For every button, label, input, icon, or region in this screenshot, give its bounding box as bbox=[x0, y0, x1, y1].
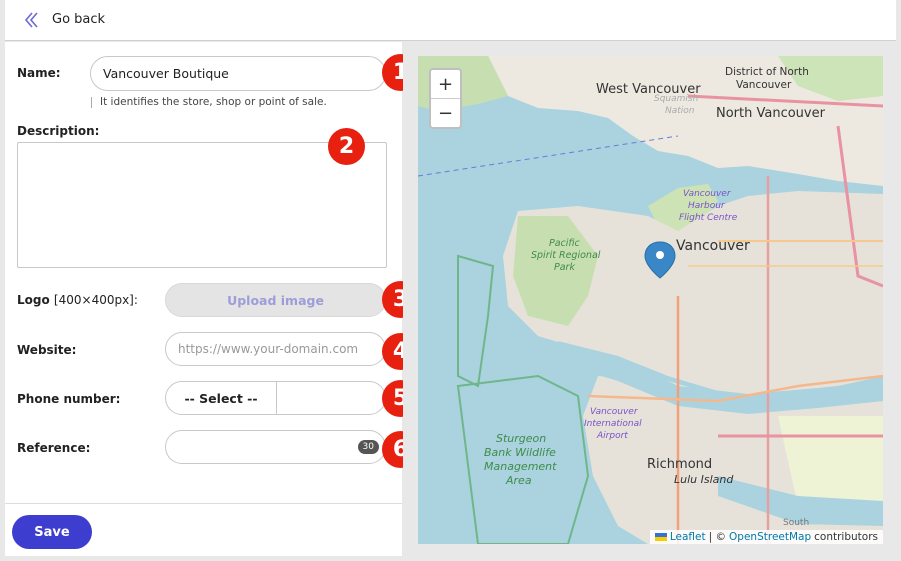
map-label: Management bbox=[484, 460, 557, 473]
back-label: Go back bbox=[52, 12, 106, 27]
map-label: Vancouver bbox=[736, 79, 792, 91]
map-label: International bbox=[584, 419, 642, 429]
zoom-out-button[interactable]: − bbox=[431, 99, 460, 127]
map-label: Bank Wildlife bbox=[484, 446, 556, 459]
website-input[interactable]: https://www.your-domain.com bbox=[165, 332, 386, 366]
logo-label-text: Logo bbox=[17, 293, 50, 307]
map-label: Area bbox=[506, 474, 532, 487]
ukraine-flag-icon bbox=[654, 533, 667, 541]
chevron-double-left-icon bbox=[24, 12, 38, 28]
map-panel: West Vancouver North Vancouver District … bbox=[403, 42, 896, 556]
zoom-in-button[interactable]: + bbox=[431, 70, 460, 99]
openstreetmap-link[interactable]: OpenStreetMap bbox=[729, 531, 811, 543]
map-label: Flight Centre bbox=[679, 213, 738, 223]
map-attribution: Leaflet | © OpenStreetMap contributors bbox=[649, 530, 883, 544]
map-label: North Vancouver bbox=[716, 106, 825, 121]
character-counter: 30 bbox=[357, 440, 379, 454]
map-label: Squamish bbox=[654, 94, 699, 104]
attribution-contributors: contributors bbox=[814, 531, 878, 543]
map-label: Lulu Island bbox=[674, 473, 734, 486]
name-hint: It identifies the store, shop or point o… bbox=[91, 97, 327, 108]
map-label: Nation bbox=[665, 106, 695, 116]
map-label: Spirit Regional bbox=[531, 250, 601, 261]
reference-label: Reference: bbox=[17, 441, 91, 455]
reference-input[interactable]: 30 bbox=[165, 430, 386, 464]
leaflet-link[interactable]: Leaflet bbox=[670, 531, 706, 543]
phone-number-input[interactable] bbox=[277, 382, 385, 414]
attribution-separator: | © bbox=[708, 531, 727, 543]
map-label: Pacific bbox=[549, 238, 580, 249]
top-bar: Go back bbox=[5, 0, 896, 41]
logo-size-hint: [400×400px]: bbox=[53, 293, 138, 307]
website-placeholder: https://www.your-domain.com bbox=[178, 342, 359, 356]
phone-field: -- Select -- bbox=[165, 381, 386, 415]
badge-2: 2 bbox=[328, 128, 365, 165]
back-button[interactable]: Go back bbox=[5, 0, 125, 40]
map-label: District of North bbox=[725, 66, 809, 78]
map-label: Harbour bbox=[688, 201, 725, 211]
map-label: Richmond bbox=[647, 457, 713, 472]
map-label: Sturgeon bbox=[496, 432, 547, 445]
save-button[interactable]: Save bbox=[12, 515, 92, 549]
website-label: Website: bbox=[17, 343, 77, 357]
map-label: Vancouver bbox=[590, 407, 638, 417]
map-label: Park bbox=[554, 262, 575, 273]
phone-label: Phone number: bbox=[17, 392, 121, 406]
description-textarea[interactable] bbox=[17, 142, 387, 268]
store-form: Name: Vancouver Boutique It identifies t… bbox=[5, 42, 402, 556]
description-label: Description: bbox=[17, 124, 100, 138]
divider bbox=[5, 503, 402, 504]
upload-image-button[interactable]: Upload image bbox=[165, 283, 386, 317]
map-label: Vancouver bbox=[676, 238, 750, 254]
map-label: Vancouver bbox=[683, 189, 731, 199]
logo-label: Logo [400×400px]: bbox=[17, 293, 138, 307]
map-label: Airport bbox=[597, 431, 628, 441]
country-code-select[interactable]: -- Select -- bbox=[166, 382, 277, 414]
map-label: South bbox=[783, 518, 810, 528]
page: Go back Name: Vancouver Boutique It iden… bbox=[0, 0, 901, 561]
name-label: Name: bbox=[17, 66, 61, 80]
name-input[interactable]: Vancouver Boutique bbox=[90, 56, 386, 91]
map[interactable]: West Vancouver North Vancouver District … bbox=[418, 56, 883, 544]
zoom-control: + − bbox=[429, 68, 462, 129]
